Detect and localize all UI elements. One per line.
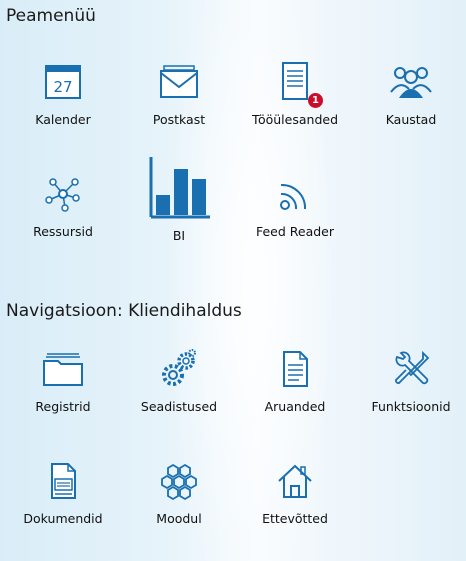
tile-label: Kaustad <box>385 112 437 127</box>
calendar-icon: 27 <box>39 58 87 106</box>
tile-postkast[interactable]: Postkast <box>123 58 235 138</box>
tile-funktsioonid[interactable]: Funktsioonid <box>355 345 466 425</box>
section-title-navigation: Navigatsioon: Kliendihaldus <box>6 301 242 321</box>
tile-ettevotted[interactable]: Ettevõtted <box>239 457 351 537</box>
notification-badge: 1 <box>308 93 323 108</box>
tile-kalender[interactable]: 27 Kalender <box>7 58 119 138</box>
tile-label: BI <box>172 228 186 243</box>
tile-ressursid[interactable]: Ressursid <box>7 170 119 250</box>
tile-aruanded[interactable]: Aruanded <box>239 345 351 425</box>
tasks-icon: 1 <box>271 58 323 108</box>
tile-label: Registrid <box>35 399 91 414</box>
tile-dokumendid[interactable]: Dokumendid <box>7 457 119 537</box>
rss-icon <box>271 170 319 218</box>
tile-label: Dokumendid <box>23 511 103 526</box>
tile-bi[interactable]: BI <box>123 152 235 250</box>
tile-label: Moodul <box>156 511 202 526</box>
gears-icon <box>155 345 203 393</box>
home-icon <box>271 457 319 505</box>
bar-chart-icon <box>143 152 215 224</box>
tile-label: Postkast <box>152 112 206 127</box>
folder-icon <box>39 345 87 393</box>
tile-label: Tööülesanded <box>251 112 339 127</box>
tile-label: Seadistused <box>140 399 218 414</box>
document-icon <box>39 457 87 505</box>
tile-label: Aruanded <box>264 399 326 414</box>
tile-moodul[interactable]: Moodul <box>123 457 235 537</box>
tools-icon <box>387 345 435 393</box>
tile-label: Feed Reader <box>255 224 335 239</box>
tile-label: Funktsioonid <box>371 399 451 414</box>
tile-seadistused[interactable]: Seadistused <box>123 345 235 425</box>
tile-feed-reader[interactable]: Feed Reader <box>239 170 351 250</box>
report-icon <box>271 345 319 393</box>
mail-icon <box>155 58 203 106</box>
tile-registrid[interactable]: Registrid <box>7 345 119 425</box>
modules-icon <box>155 457 203 505</box>
tile-tooulesanded[interactable]: 1 Tööülesanded <box>239 58 351 138</box>
tile-label: Ettevõtted <box>262 511 328 526</box>
calendar-day: 27 <box>53 78 72 96</box>
network-icon <box>39 170 87 218</box>
section-title-main-menu: Peamenüü <box>6 6 96 26</box>
tile-label: Kalender <box>35 112 91 127</box>
tile-label: Ressursid <box>33 224 93 239</box>
tile-kaustad[interactable]: Kaustad <box>355 58 466 138</box>
groups-icon <box>387 58 435 106</box>
